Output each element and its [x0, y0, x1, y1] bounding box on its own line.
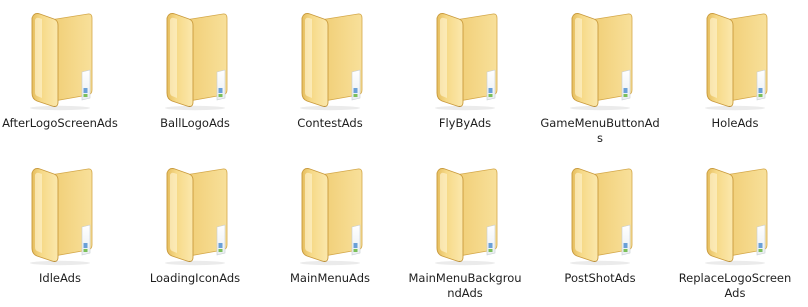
folder-icon	[415, 157, 515, 267]
folder-icon	[280, 2, 380, 112]
folder-item[interactable]: HoleAds	[675, 0, 795, 150]
folder-label: BallLogoAds	[160, 116, 230, 130]
folder-icon	[280, 157, 380, 267]
folder-label: MainMenuAds	[290, 271, 370, 285]
folder-label: FlyByAds	[438, 116, 492, 130]
folder-item[interactable]: FlyByAds	[405, 0, 525, 150]
folder-grid: AfterLogoScreen​Ads BallLogoAds ContestA…	[0, 0, 808, 307]
folder-icon	[415, 2, 515, 112]
folder-icon	[550, 157, 650, 267]
folder-item[interactable]: IdleAds	[0, 155, 120, 305]
folder-item[interactable]: ContestAds	[270, 0, 390, 150]
folder-icon	[685, 2, 785, 112]
folder-icon	[145, 157, 245, 267]
folder-label: ContestAds	[297, 116, 363, 130]
folder-icon	[10, 2, 110, 112]
folder-label: IdleAds	[39, 271, 81, 285]
folder-label: MainMenuBackg​roundAds	[408, 271, 522, 300]
folder-icon	[10, 157, 110, 267]
folder-icon	[685, 157, 785, 267]
folder-item[interactable]: MainMenuBackg​roundAds	[405, 155, 525, 305]
folder-icon	[145, 2, 245, 112]
folder-item[interactable]: AfterLogoScreen​Ads	[0, 0, 120, 150]
folder-item[interactable]: ReplaceLogoScre​enAds	[675, 155, 795, 305]
folder-label: GameMenuButto​nAds	[540, 116, 660, 145]
folder-label: ReplaceLogoScre​enAds	[678, 271, 792, 300]
folder-label: PostShotAds	[564, 271, 636, 285]
folder-item[interactable]: GameMenuButto​nAds	[540, 0, 660, 150]
folder-item[interactable]: MainMenuAds	[270, 155, 390, 305]
folder-label: HoleAds	[711, 116, 759, 130]
folder-icon	[550, 2, 650, 112]
folder-label: LoadingIconAds	[149, 271, 241, 285]
folder-item[interactable]: PostShotAds	[540, 155, 660, 305]
folder-item[interactable]: LoadingIconAds	[135, 155, 255, 305]
folder-item[interactable]: BallLogoAds	[135, 0, 255, 150]
folder-label: AfterLogoScreen​Ads	[2, 116, 118, 130]
